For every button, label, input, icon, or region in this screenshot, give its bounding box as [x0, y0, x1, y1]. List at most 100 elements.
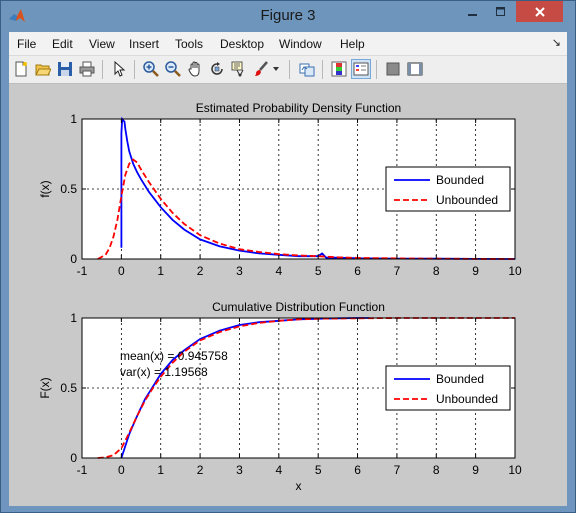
- legend-entry-label: Bounded: [436, 372, 484, 386]
- zoom-out-icon: [165, 61, 181, 77]
- show-plot-tools-icon: [407, 62, 423, 76]
- menu-desktop[interactable]: Desktop: [220, 37, 264, 51]
- new-figure-icon: [15, 61, 27, 77]
- x-tick-label: -1: [77, 463, 88, 477]
- toolbar-separator: [289, 60, 290, 79]
- zoom-in-button[interactable]: [141, 59, 161, 79]
- maximize-button[interactable]: [487, 1, 515, 22]
- data-cursor-icon: [231, 61, 244, 77]
- new-figure-button[interactable]: [11, 59, 31, 79]
- menu-edit[interactable]: Edit: [52, 37, 73, 51]
- brush-icon: [255, 61, 268, 76]
- save-button[interactable]: [55, 59, 75, 79]
- open-file-icon: [35, 64, 51, 76]
- legend-entry-label: Unbounded: [436, 193, 498, 207]
- axes-2: [81, 317, 516, 459]
- maximize-icon: [496, 6, 505, 16]
- insert-colorbar-button[interactable]: [329, 59, 349, 79]
- y-tick-label: 0.5: [60, 182, 77, 196]
- menu-bar: File Edit View Insert Tools Desktop Wind…: [9, 32, 567, 56]
- x-tick-label: 2: [197, 264, 204, 278]
- x-tick-label: 6: [354, 264, 361, 278]
- legend-entry-label: Bounded: [436, 173, 484, 187]
- figure-window: Figure 3 File Edit View Insert Tools Des…: [0, 0, 576, 513]
- link-plot-button[interactable]: [297, 59, 317, 79]
- brush-dropdown-icon: [273, 67, 279, 71]
- legend-entry-label: Unbounded: [436, 392, 498, 406]
- y-tick-label: 0.5: [60, 381, 77, 395]
- pan-button[interactable]: [185, 59, 205, 79]
- figure-canvas: -1 0 1 2 3 4 5 6 7 8 9 1000.51Estimated Probability…: [38, 101, 522, 493]
- x-tick-label: 3: [236, 264, 243, 278]
- x-tick-label: 1: [157, 463, 164, 477]
- legend-icon: [353, 62, 369, 76]
- menu-window[interactable]: Window: [279, 37, 322, 51]
- annotation-text: mean(x) = 0.945758: [120, 349, 228, 363]
- axes-1: [81, 116, 516, 260]
- annotation-text: var(x) = 1.19568: [120, 365, 208, 379]
- minimize-icon: [468, 13, 477, 16]
- x-tick-label: 1: [157, 264, 164, 278]
- insert-legend-button[interactable]: [351, 59, 371, 79]
- minimize-button[interactable]: [459, 1, 487, 22]
- plot-area: -1 0 1 2 3 4 5 6 7 8 9 10 0 0.5 1 Estimated Probability…: [9, 85, 567, 506]
- x-tick-label: 8: [433, 463, 440, 477]
- x-tick-label: 4: [275, 463, 282, 477]
- x-tick-label: 2: [197, 463, 204, 477]
- x-tick-label: 5: [315, 463, 322, 477]
- pointer-icon: [114, 61, 126, 77]
- x-tick-label: 4: [275, 264, 282, 278]
- print-button[interactable]: [77, 59, 97, 79]
- x-tick-label: 7: [394, 264, 401, 278]
- x-tick-label: 8: [433, 264, 440, 278]
- colorbar-icon: [331, 61, 347, 77]
- show-plot-tools-button[interactable]: [405, 59, 425, 79]
- x-tick-label: 5: [315, 264, 322, 278]
- menu-tools[interactable]: Tools: [175, 37, 203, 51]
- x-tick-label: 10: [508, 463, 522, 477]
- toolbar-separator: [102, 60, 103, 79]
- brush-button[interactable]: [251, 59, 271, 79]
- y-axis-label: F(x): [38, 377, 52, 398]
- menu-view[interactable]: View: [89, 37, 115, 51]
- figure-toolbar: [9, 56, 567, 84]
- toolbar-separator: [322, 60, 323, 79]
- hide-plot-tools-icon: [386, 62, 400, 76]
- zoom-out-button[interactable]: [163, 59, 183, 79]
- figure-client-area: File Edit View Insert Tools Desktop Wind…: [9, 32, 567, 506]
- x-tick-label: -1: [77, 264, 88, 278]
- y-tick-label: 1: [70, 311, 77, 325]
- x-tick-label: 6: [354, 463, 361, 477]
- x-tick-label: 0: [118, 264, 125, 278]
- zoom-in-icon: [143, 61, 159, 77]
- open-file-button[interactable]: [33, 59, 53, 79]
- y-tick-label: 0: [70, 252, 77, 266]
- title-bar[interactable]: Figure 3: [1, 1, 575, 32]
- x-tick-label: 10: [508, 264, 522, 278]
- data-cursor-button[interactable]: [229, 59, 249, 79]
- dock-arrow-icon[interactable]: ↘: [552, 36, 561, 49]
- x-tick-label: 9: [472, 463, 479, 477]
- x-axis-label: x: [296, 479, 302, 493]
- chart-title: Cumulative Distribution Function: [212, 300, 385, 314]
- save-icon: [58, 62, 72, 76]
- y-tick-label: 0: [70, 451, 77, 465]
- close-button[interactable]: [516, 1, 563, 22]
- link-plot-icon: [299, 63, 315, 77]
- menu-insert[interactable]: Insert: [129, 37, 159, 51]
- toolbar-separator: [376, 60, 377, 79]
- menu-file[interactable]: File: [17, 37, 36, 51]
- pan-hand-icon: [188, 61, 200, 77]
- x-tick-label: 3: [236, 463, 243, 477]
- rotate-3d-button[interactable]: [207, 59, 227, 79]
- menu-help[interactable]: Help: [340, 37, 365, 51]
- toolbar-separator: [134, 60, 135, 79]
- x-tick-label: 7: [394, 463, 401, 477]
- edit-plot-button[interactable]: [109, 59, 129, 79]
- hide-plot-tools-button[interactable]: [383, 59, 403, 79]
- brush-dropdown-button[interactable]: [271, 59, 281, 79]
- x-tick-label: 9: [472, 264, 479, 278]
- close-icon: [534, 6, 545, 17]
- print-icon: [79, 61, 95, 77]
- y-axis-label: f(x): [38, 180, 52, 197]
